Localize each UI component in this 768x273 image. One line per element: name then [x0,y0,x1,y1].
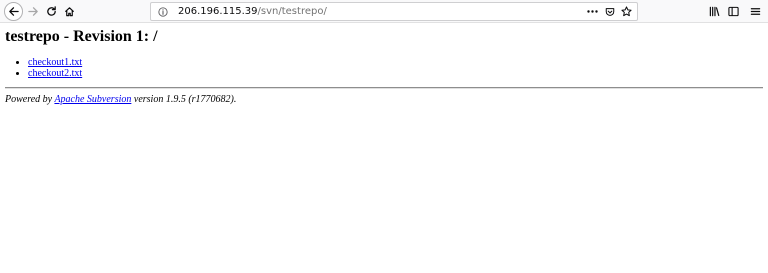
url-bar[interactable]: 206.196.115.39/svn/testrepo/ [150,2,638,21]
sidebar-icon [728,6,739,17]
browser-toolbar: 206.196.115.39/svn/testrepo/ [0,0,768,23]
list-item: checkout2.txt [28,68,82,79]
file-list: checkout1.txt checkout2.txt [12,57,82,79]
page-content: testrepo - Revision 1: / checkout1.txt c… [0,23,768,273]
library-icon [709,6,720,17]
footer-prefix: Powered by [5,94,55,105]
file-link-checkout1[interactable]: checkout1.txt [28,57,82,68]
footer: Powered by Apache Subversion version 1.9… [5,94,236,106]
library-button[interactable] [706,3,723,20]
more-actions-icon[interactable] [587,10,598,13]
reload-button[interactable] [43,3,60,20]
file-link-checkout2[interactable]: checkout2.txt [28,68,82,79]
home-button[interactable] [61,3,78,20]
sidebar-button[interactable] [725,3,742,20]
menu-button[interactable] [747,3,764,20]
divider [5,87,763,89]
reload-icon [47,6,56,16]
arrow-right-icon [28,7,38,16]
subversion-link[interactable]: Apache Subversion [54,94,131,105]
url-text: 206.196.115.39/svn/testrepo/ [178,5,327,18]
page-title: testrepo - Revision 1: / [5,28,158,45]
list-item: checkout1.txt [28,57,82,68]
footer-suffix: version 1.9.5 (r1770682). [131,94,237,105]
bookmark-star-icon[interactable] [621,6,632,17]
back-button[interactable] [4,2,23,21]
home-icon [64,7,75,17]
info-icon [158,7,168,17]
forward-button[interactable] [25,3,42,20]
arrow-left-icon [9,7,19,16]
pocket-icon[interactable] [605,7,615,17]
url-path: /svn/testrepo/ [257,6,327,17]
hamburger-menu-icon [750,8,761,15]
url-host: 206.196.115.39 [178,6,258,17]
